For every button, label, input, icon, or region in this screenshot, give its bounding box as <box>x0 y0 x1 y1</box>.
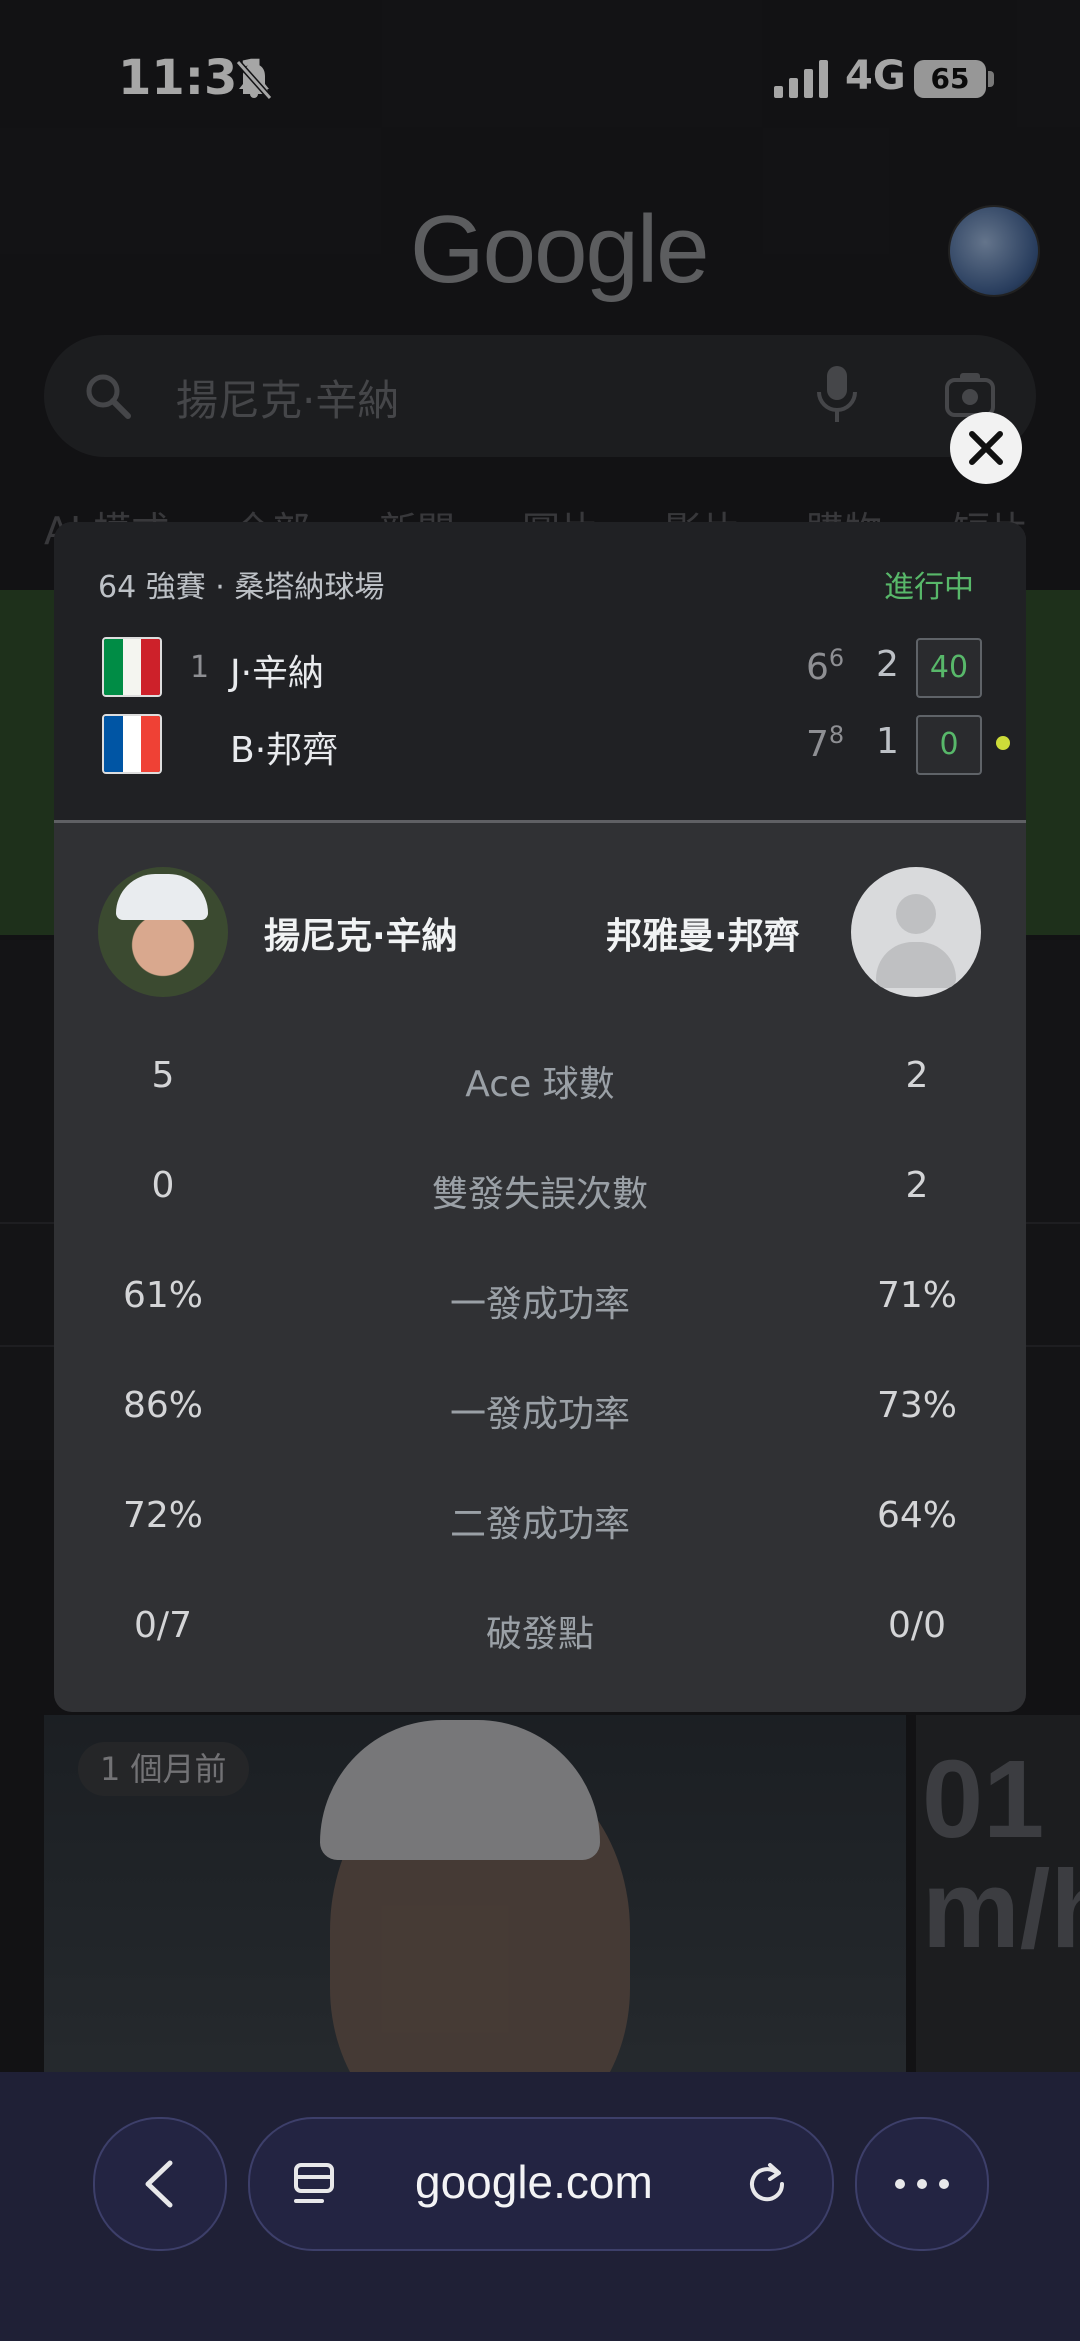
back-button[interactable] <box>93 2117 227 2251</box>
player1-seed: 1 <box>190 650 210 685</box>
player2-full-name: 邦雅曼·邦齊 <box>606 916 800 957</box>
page-menu-icon <box>294 2163 334 2203</box>
stat-p2: 64% <box>876 1495 957 1536</box>
player2-set1-tiebreak: 8 <box>828 721 845 749</box>
stat-row: 61% 一發成功率 71% <box>54 1275 1026 1335</box>
player1-name: J·辛納 <box>230 653 325 694</box>
stat-row: 86% 一發成功率 73% <box>54 1385 1026 1445</box>
close-button[interactable] <box>950 412 1022 484</box>
stat-label: 一發成功率 <box>449 1394 630 1435</box>
stat-label: Ace 球數 <box>465 1064 615 1105</box>
close-icon <box>969 431 1003 465</box>
stat-label: 一發成功率 <box>449 1284 630 1325</box>
person-icon <box>896 894 936 934</box>
more-dots-icon <box>895 2179 949 2189</box>
player2-name: B·邦齊 <box>230 730 339 771</box>
stat-row: 72% 二發成功率 64% <box>54 1495 1026 1555</box>
stat-label: 雙發失誤次數 <box>431 1174 648 1215</box>
stat-p1: 5 <box>151 1055 175 1096</box>
player2-set1-games: 7 <box>806 724 829 765</box>
stat-p2: 0/0 <box>888 1605 946 1646</box>
stat-label: 二發成功率 <box>449 1504 630 1545</box>
stat-p1: 0 <box>151 1165 175 1206</box>
stat-p2: 2 <box>905 1165 929 1206</box>
serving-indicator <box>996 736 1010 750</box>
stat-row: 5 Ace 球數 2 <box>54 1055 1026 1115</box>
stat-row: 0/7 破發點 0/0 <box>54 1605 1026 1665</box>
stat-p2: 2 <box>905 1055 929 1096</box>
player1-full-name: 揚尼克·辛納 <box>264 916 458 957</box>
player2-set1: 78 <box>806 721 844 765</box>
url-text: google.com <box>415 2156 653 2208</box>
player1-set2: 2 <box>876 644 899 685</box>
scoreboard: 64 強賽 · 桑塔納球場 進行中 1 J·辛納 66 2 40 B·邦齊 78… <box>54 522 1026 822</box>
stat-p2: 73% <box>876 1385 957 1426</box>
match-round: 64 強賽 · 桑塔納球場 <box>98 570 385 605</box>
chevron-left-icon <box>145 2160 173 2208</box>
live-status: 進行中 <box>884 570 974 605</box>
player1-set1-tiebreak: 6 <box>828 644 845 672</box>
match-stats-popup: 64 強賽 · 桑塔納球場 進行中 1 J·辛納 66 2 40 B·邦齊 78… <box>54 522 1026 1712</box>
stat-p1: 72% <box>122 1495 203 1536</box>
stat-label: 破發點 <box>485 1614 594 1655</box>
player2-points: 0 <box>916 715 982 775</box>
france-flag-icon <box>102 714 162 774</box>
stat-p1: 86% <box>122 1385 203 1426</box>
player1-points: 40 <box>916 638 982 698</box>
stat-row: 0 雙發失誤次數 2 <box>54 1165 1026 1225</box>
player1-set1-games: 6 <box>806 647 829 688</box>
scoreboard-divider <box>54 820 1026 823</box>
player1-set1: 66 <box>806 644 844 688</box>
stat-p1: 0/7 <box>134 1605 192 1646</box>
reload-icon[interactable] <box>742 2159 792 2209</box>
player2-set2: 1 <box>876 721 899 762</box>
stat-p1: 61% <box>122 1275 203 1316</box>
more-button[interactable] <box>855 2117 989 2251</box>
italy-flag-icon <box>102 637 162 697</box>
stat-p2: 71% <box>876 1275 957 1316</box>
